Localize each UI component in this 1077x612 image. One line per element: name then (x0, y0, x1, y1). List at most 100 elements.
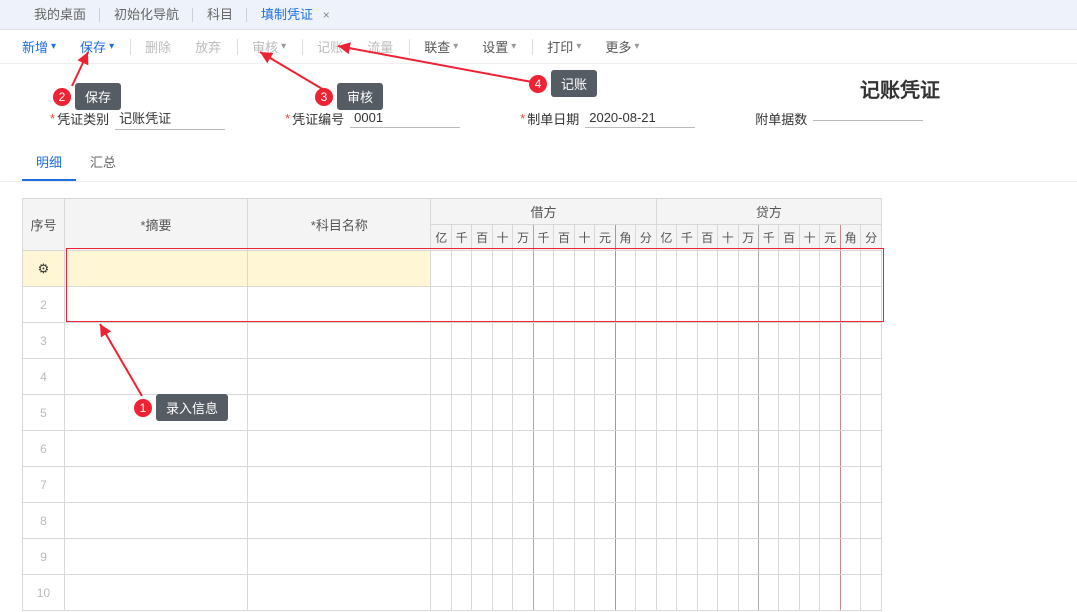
cell-subject[interactable] (248, 323, 431, 359)
cell-digit[interactable] (431, 503, 451, 539)
cell-digit[interactable] (513, 539, 533, 575)
cell-digit[interactable] (656, 395, 676, 431)
cell-digit[interactable] (738, 359, 758, 395)
cell-subject[interactable] (248, 287, 431, 323)
cell-summary[interactable] (64, 359, 247, 395)
cell-digit[interactable] (820, 539, 840, 575)
cell-subject[interactable] (248, 503, 431, 539)
cell-digit[interactable] (758, 467, 778, 503)
cell-digit[interactable] (779, 503, 799, 539)
cell-digit[interactable] (615, 359, 635, 395)
cell-digit[interactable] (758, 323, 778, 359)
audit-button[interactable]: 审核▾ (244, 37, 294, 56)
cell-digit[interactable] (840, 503, 860, 539)
new-button[interactable]: 新增▾ (14, 37, 64, 56)
cell-digit[interactable] (574, 539, 594, 575)
cell-digit[interactable] (820, 431, 840, 467)
cell-digit[interactable] (840, 359, 860, 395)
cell-digit[interactable] (533, 539, 553, 575)
tab-voucher[interactable]: 填制凭证 × (247, 0, 344, 30)
cell-digit[interactable] (758, 503, 778, 539)
flow-button[interactable]: 流量 (359, 37, 401, 56)
cell-digit[interactable] (595, 503, 615, 539)
cell-digit[interactable] (677, 431, 697, 467)
cell-digit[interactable] (533, 575, 553, 611)
tab-summary[interactable]: 汇总 (76, 144, 130, 181)
table-row[interactable]: 9 (23, 539, 882, 575)
cell-digit[interactable] (533, 503, 553, 539)
cell-digit[interactable] (533, 287, 553, 323)
abandon-button[interactable]: 放弃 (187, 37, 229, 56)
cell-digit[interactable] (861, 539, 882, 575)
cell-digit[interactable] (840, 539, 860, 575)
cell-digit[interactable] (677, 503, 697, 539)
cell-digit[interactable] (554, 503, 574, 539)
cell-digit[interactable] (533, 323, 553, 359)
cell-summary[interactable] (64, 251, 247, 287)
cell-digit[interactable] (840, 323, 860, 359)
cell-digit[interactable] (718, 395, 738, 431)
cell-digit[interactable] (738, 431, 758, 467)
cell-digit[interactable] (492, 539, 512, 575)
cell-digit[interactable] (615, 575, 635, 611)
cell-subject[interactable] (248, 359, 431, 395)
cell-digit[interactable] (595, 323, 615, 359)
cell-digit[interactable] (636, 503, 656, 539)
cell-digit[interactable] (799, 323, 819, 359)
cell-digit[interactable] (451, 395, 471, 431)
cell-digit[interactable] (554, 287, 574, 323)
cell-digit[interactable] (595, 251, 615, 287)
cell-digit[interactable] (554, 467, 574, 503)
cell-digit[interactable] (513, 575, 533, 611)
cell-digit[interactable] (472, 395, 492, 431)
cell-digit[interactable] (677, 539, 697, 575)
cell-digit[interactable] (513, 431, 533, 467)
cell-digit[interactable] (636, 323, 656, 359)
cell-digit[interactable] (779, 359, 799, 395)
cell-digit[interactable] (779, 539, 799, 575)
cell-digit[interactable] (492, 431, 512, 467)
cell-digit[interactable] (492, 467, 512, 503)
cell-digit[interactable] (820, 323, 840, 359)
cell-digit[interactable] (656, 503, 676, 539)
cell-digit[interactable] (472, 575, 492, 611)
table-row[interactable]: 6 (23, 431, 882, 467)
cell-subject[interactable] (248, 395, 431, 431)
cell-digit[interactable] (779, 395, 799, 431)
cell-subject[interactable] (248, 431, 431, 467)
cell-digit[interactable] (779, 323, 799, 359)
cell-digit[interactable] (656, 251, 676, 287)
cell-digit[interactable] (492, 359, 512, 395)
cell-digit[interactable] (718, 431, 738, 467)
cell-digit[interactable] (758, 539, 778, 575)
cell-digit[interactable] (718, 287, 738, 323)
cell-digit[interactable] (513, 503, 533, 539)
cell-digit[interactable] (820, 575, 840, 611)
cell-digit[interactable] (697, 467, 717, 503)
cell-digit[interactable] (533, 467, 553, 503)
cell-digit[interactable] (574, 359, 594, 395)
cell-digit[interactable] (492, 395, 512, 431)
cell-summary[interactable] (64, 323, 247, 359)
cell-digit[interactable] (472, 251, 492, 287)
cell-digit[interactable] (431, 467, 451, 503)
cell-digit[interactable] (820, 359, 840, 395)
settings-button[interactable]: 设置▾ (474, 37, 524, 56)
cell-summary[interactable] (64, 467, 247, 503)
cell-digit[interactable] (861, 575, 882, 611)
cell-digit[interactable] (636, 251, 656, 287)
cell-summary[interactable] (64, 431, 247, 467)
cell-digit[interactable] (554, 359, 574, 395)
cell-digit[interactable] (799, 395, 819, 431)
cell-digit[interactable] (615, 323, 635, 359)
cell-digit[interactable] (636, 359, 656, 395)
cell-digit[interactable] (861, 503, 882, 539)
cell-digit[interactable] (431, 575, 451, 611)
cell-subject[interactable] (248, 575, 431, 611)
cell-digit[interactable] (574, 251, 594, 287)
print-button[interactable]: 打印▾ (539, 37, 589, 56)
cell-digit[interactable] (513, 323, 533, 359)
cell-digit[interactable] (656, 575, 676, 611)
tab-detail[interactable]: 明细 (22, 144, 76, 181)
cell-digit[interactable] (513, 467, 533, 503)
